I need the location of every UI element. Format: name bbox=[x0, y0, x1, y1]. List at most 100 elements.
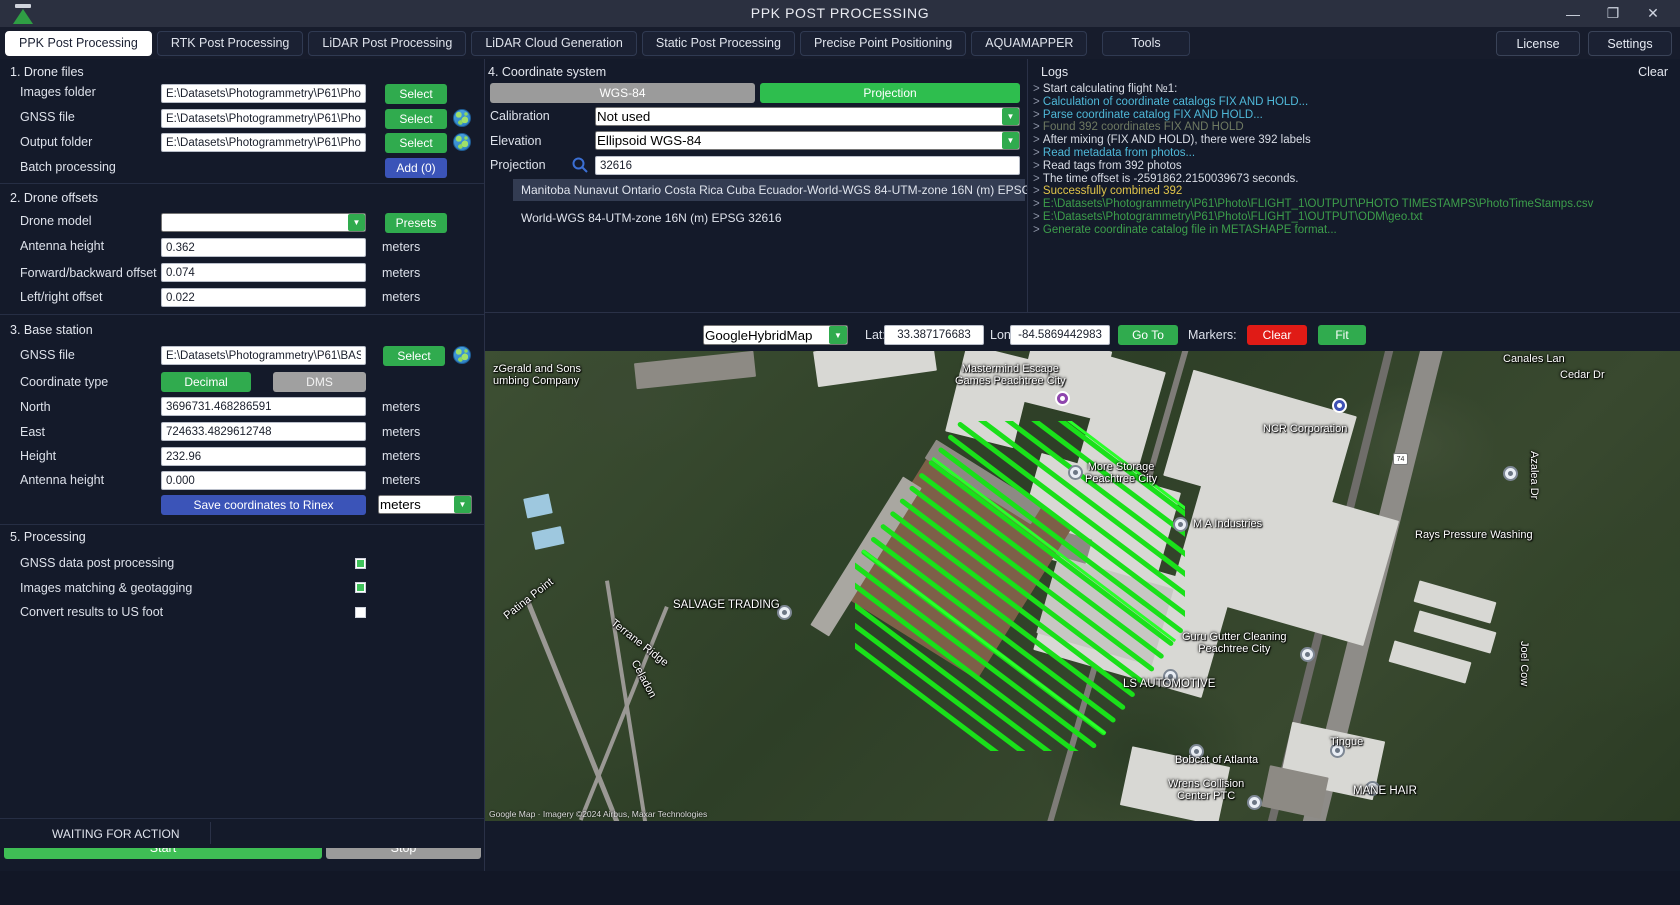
base-gnss-file-input[interactable] bbox=[161, 346, 366, 365]
map-label: M A Industries bbox=[1193, 518, 1263, 530]
tab-ppk-post-processing[interactable]: PPK Post Processing bbox=[5, 30, 152, 56]
north-input[interactable] bbox=[161, 397, 366, 416]
map-canvas[interactable]: 74 zGerald and Sons umbing Company Master… bbox=[485, 351, 1680, 821]
forward-backward-offset-input[interactable] bbox=[161, 263, 366, 282]
gnss-file-input[interactable] bbox=[161, 109, 366, 128]
chevron-down-icon[interactable]: ▼ bbox=[454, 496, 471, 513]
map-toolbar: ▼ Lat: Lon: Go To Markers: Clear Fit bbox=[485, 321, 1680, 349]
map-label: Canales Lan bbox=[1503, 353, 1565, 365]
logs-heading: Logs bbox=[1041, 65, 1069, 79]
projection-suggestion-item[interactable]: World-WGS 84-UTM-zone 16N (m) EPSG 32616 bbox=[513, 207, 1025, 229]
map-poi[interactable] bbox=[1055, 391, 1070, 406]
minimize-icon[interactable]: — bbox=[1554, 0, 1592, 27]
base-antenna-height-input[interactable] bbox=[161, 471, 366, 490]
globe-icon[interactable] bbox=[453, 133, 471, 151]
forward-backward-offset-label: Forward/backward offset bbox=[20, 266, 157, 280]
projection-suggestion-item[interactable]: Manitoba Nunavut Ontario Costa Rica Cuba… bbox=[513, 179, 1068, 201]
coordinate-system-panel: 4. Coordinate system WGS-84 Projection C… bbox=[485, 59, 1068, 312]
markers-clear-button[interactable]: Clear bbox=[1247, 325, 1307, 345]
map-poi[interactable] bbox=[1503, 466, 1518, 481]
tab-static-post-processing[interactable]: Static Post Processing bbox=[641, 30, 795, 56]
log-line: > After mixing (FIX AND HOLD), there wer… bbox=[1033, 134, 1311, 147]
go-to-button[interactable]: Go To bbox=[1118, 325, 1178, 345]
save-coordinates-to-rinex-button[interactable]: Save coordinates to Rinex bbox=[161, 495, 366, 515]
map-poi[interactable] bbox=[1247, 795, 1262, 810]
left-right-offset-input[interactable] bbox=[161, 288, 366, 307]
map-label: Patina Point bbox=[501, 576, 556, 622]
main-tab-bar: PPK Post Processing RTK Post Processing … bbox=[0, 27, 1680, 59]
base-gnss-select-button[interactable]: Select bbox=[383, 346, 445, 366]
log-list[interactable]: > Start calculating flight №1: > Calcula… bbox=[1033, 83, 1678, 237]
settings-button[interactable]: Settings bbox=[1588, 31, 1672, 56]
log-line: > Calculation of coordinate catalogs FIX… bbox=[1033, 95, 1309, 108]
map-label: SALVAGE TRADING bbox=[673, 599, 780, 611]
logs-clear-button[interactable]: Clear bbox=[1638, 65, 1668, 79]
chevron-down-icon[interactable]: ▼ bbox=[829, 326, 847, 344]
output-folder-select-button[interactable]: Select bbox=[385, 133, 447, 153]
tab-lidar-cloud-generation[interactable]: LiDAR Cloud Generation bbox=[471, 30, 637, 56]
map-poi[interactable] bbox=[1068, 465, 1083, 480]
tab-aquamapper[interactable]: AQUAMAPPER bbox=[971, 30, 1088, 56]
batch-add-button[interactable]: Add (0) bbox=[385, 158, 447, 178]
convert-us-foot-checkbox[interactable] bbox=[355, 607, 366, 618]
images-matching-checkbox[interactable] bbox=[355, 582, 366, 593]
search-icon[interactable] bbox=[571, 156, 589, 174]
chevron-down-icon[interactable]: ▼ bbox=[348, 214, 365, 231]
output-folder-input[interactable] bbox=[161, 133, 366, 152]
status-bar: WAITING FOR ACTION bbox=[0, 818, 484, 848]
projection-tab[interactable]: Projection bbox=[760, 83, 1020, 103]
gnss-post-processing-checkbox[interactable] bbox=[355, 558, 366, 569]
close-icon[interactable]: ✕ bbox=[1634, 0, 1672, 27]
map-poi[interactable] bbox=[1173, 517, 1188, 532]
gnss-file-label: GNSS file bbox=[20, 110, 75, 124]
coordinate-type-dms-button[interactable]: DMS bbox=[273, 372, 366, 392]
projection-input[interactable] bbox=[595, 156, 1020, 175]
chevron-down-icon[interactable]: ▼ bbox=[1002, 132, 1019, 149]
lon-input[interactable] bbox=[1010, 325, 1110, 345]
log-line: > Parse coordinate catalog FIX AND HOLD.… bbox=[1033, 108, 1263, 121]
lat-input[interactable] bbox=[884, 325, 984, 345]
chevron-down-icon[interactable]: ▼ bbox=[1002, 108, 1019, 125]
east-input[interactable] bbox=[161, 422, 366, 441]
basemap-select[interactable] bbox=[703, 325, 848, 345]
application-window: PPK POST PROCESSING — ❐ ✕ PPK Post Proce… bbox=[0, 0, 1680, 905]
log-line: > E:\Datasets\Photogrammetry\P61\Photo\F… bbox=[1033, 198, 1594, 211]
license-button[interactable]: License bbox=[1496, 31, 1580, 56]
log-line: > Found 392 coordinates FIX AND HOLD bbox=[1033, 121, 1244, 134]
tab-rtk-post-processing[interactable]: RTK Post Processing bbox=[156, 30, 304, 56]
elevation-label: Elevation bbox=[490, 134, 542, 148]
tab-tools[interactable]: Tools bbox=[1102, 30, 1190, 56]
images-folder-input[interactable] bbox=[161, 84, 366, 103]
markers-fit-button[interactable]: Fit bbox=[1318, 325, 1366, 345]
elevation-select[interactable] bbox=[595, 131, 1020, 150]
map-label: Guru Gutter Cleaning Peachtree City bbox=[1182, 631, 1287, 655]
images-folder-select-button[interactable]: Select bbox=[385, 84, 447, 104]
calibration-select[interactable] bbox=[595, 107, 1020, 126]
antenna-height-input[interactable] bbox=[161, 238, 366, 257]
drone-files-heading: 1. Drone files bbox=[10, 65, 84, 79]
map-label: More Storage Peachtree City bbox=[1085, 461, 1158, 485]
log-line: > Read metadata from photos... bbox=[1033, 146, 1196, 159]
presets-button[interactable]: Presets bbox=[385, 213, 447, 233]
drone-model-select[interactable] bbox=[161, 213, 366, 232]
height-input[interactable] bbox=[161, 447, 366, 466]
height-label: Height bbox=[20, 449, 57, 463]
logs-panel: Logs Clear > Start calculating flight №1… bbox=[1028, 59, 1680, 312]
tab-lidar-post-processing[interactable]: LiDAR Post Processing bbox=[308, 30, 467, 56]
maximize-icon[interactable]: ❐ bbox=[1594, 0, 1632, 27]
map-poi[interactable] bbox=[1300, 647, 1315, 662]
wgs84-tab[interactable]: WGS-84 bbox=[490, 83, 755, 103]
globe-icon[interactable] bbox=[453, 109, 471, 127]
unit-label: meters bbox=[382, 449, 421, 463]
output-folder-label: Output folder bbox=[20, 135, 93, 149]
map-panel: ▼ Lat: Lon: Go To Markers: Clear Fit bbox=[485, 313, 1680, 871]
map-label: Azalea Dr bbox=[1528, 451, 1540, 500]
tab-precise-point-positioning[interactable]: Precise Point Positioning bbox=[799, 30, 967, 56]
map-poi[interactable] bbox=[1332, 398, 1347, 413]
coordinate-type-decimal-button[interactable]: Decimal bbox=[161, 372, 251, 392]
log-line: > Start calculating flight №1: bbox=[1033, 83, 1178, 95]
globe-icon[interactable] bbox=[453, 346, 471, 364]
gnss-file-select-button[interactable]: Select bbox=[385, 109, 447, 129]
log-line: > E:\Datasets\Photogrammetry\P61\Photo\F… bbox=[1033, 210, 1423, 223]
gnss-post-processing-label: GNSS data post processing bbox=[20, 556, 175, 570]
